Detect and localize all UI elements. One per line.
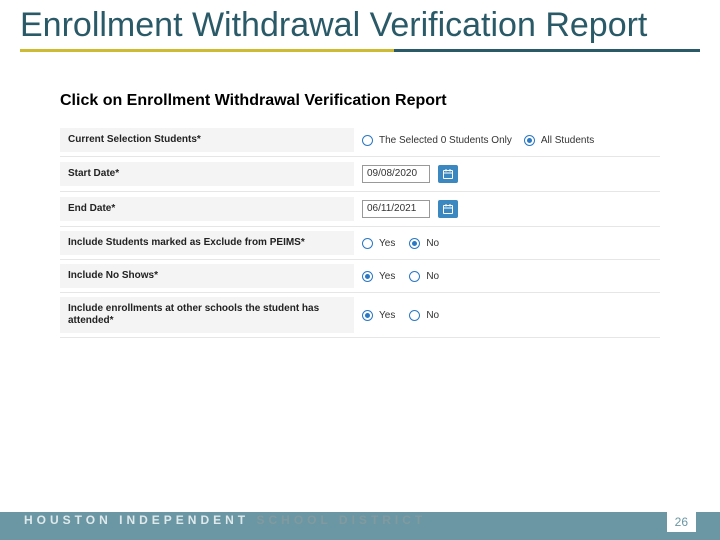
row-end-date: End Date* 06/11/2021: [60, 192, 660, 227]
row-start-date: Start Date* 09/08/2020: [60, 157, 660, 192]
radio-label-no: No: [426, 238, 439, 249]
start-date-input[interactable]: 09/08/2020: [362, 165, 430, 183]
value-other-schools: Yes No: [354, 306, 660, 325]
label-other-schools: Include enrollments at other schools the…: [60, 297, 354, 333]
instruction-heading: Click on Enrollment Withdrawal Verificat…: [60, 92, 660, 110]
radio-other-no[interactable]: No: [409, 310, 439, 321]
row-other-schools: Include enrollments at other schools the…: [60, 293, 660, 338]
label-start-date: Start Date*: [60, 162, 354, 186]
end-date-input[interactable]: 06/11/2021: [362, 200, 430, 218]
radio-icon: [409, 310, 420, 321]
value-exclude-peims: Yes No: [354, 234, 660, 253]
radio-label-all-students: All Students: [541, 135, 594, 146]
radio-label-no: No: [426, 271, 439, 282]
calendar-icon: [442, 168, 454, 180]
radio-all-students[interactable]: All Students: [524, 135, 594, 146]
radio-selected-only[interactable]: The Selected 0 Students Only: [362, 135, 512, 146]
radio-icon: [362, 238, 373, 249]
page-number: 26: [667, 512, 696, 532]
footer-org-left: HOUSTON INDEPENDENT: [24, 513, 249, 527]
row-exclude-peims: Include Students marked as Exclude from …: [60, 227, 660, 260]
footer-org-right: SCHOOL DISTRICT: [256, 513, 426, 527]
row-no-shows: Include No Shows* Yes No: [60, 260, 660, 293]
label-exclude-peims: Include Students marked as Exclude from …: [60, 231, 354, 255]
radio-label-yes: Yes: [379, 310, 395, 321]
label-current-selection: Current Selection Students*: [60, 128, 354, 152]
radio-icon: [409, 271, 420, 282]
radio-exclude-yes[interactable]: Yes: [362, 238, 395, 249]
radio-icon: [409, 238, 420, 249]
radio-noshow-no[interactable]: No: [409, 271, 439, 282]
radio-label-selected-only: The Selected 0 Students Only: [379, 135, 512, 146]
footer-bar: HOUSTON INDEPENDENT SCHOOL DISTRICT 26: [0, 500, 720, 540]
label-end-date: End Date*: [60, 197, 354, 221]
footer-org: HOUSTON INDEPENDENT SCHOOL DISTRICT: [24, 513, 426, 527]
radio-label-yes: Yes: [379, 271, 395, 282]
slide-title: Enrollment Withdrawal Verification Repor…: [0, 0, 720, 45]
calendar-button-start[interactable]: [438, 165, 458, 183]
radio-other-yes[interactable]: Yes: [362, 310, 395, 321]
radio-label-yes: Yes: [379, 238, 395, 249]
radio-icon: [524, 135, 535, 146]
content-area: Click on Enrollment Withdrawal Verificat…: [0, 52, 720, 338]
calendar-icon: [442, 203, 454, 215]
value-start-date: 09/08/2020: [354, 161, 660, 187]
calendar-button-end[interactable]: [438, 200, 458, 218]
radio-icon: [362, 271, 373, 282]
radio-icon: [362, 310, 373, 321]
radio-icon: [362, 135, 373, 146]
radio-exclude-no[interactable]: No: [409, 238, 439, 249]
value-no-shows: Yes No: [354, 267, 660, 286]
radio-label-no: No: [426, 310, 439, 321]
radio-noshow-yes[interactable]: Yes: [362, 271, 395, 282]
row-current-selection: Current Selection Students* The Selected…: [60, 124, 660, 157]
value-current-selection: The Selected 0 Students Only All Student…: [354, 131, 660, 150]
value-end-date: 06/11/2021: [354, 196, 660, 222]
label-no-shows: Include No Shows*: [60, 264, 354, 288]
